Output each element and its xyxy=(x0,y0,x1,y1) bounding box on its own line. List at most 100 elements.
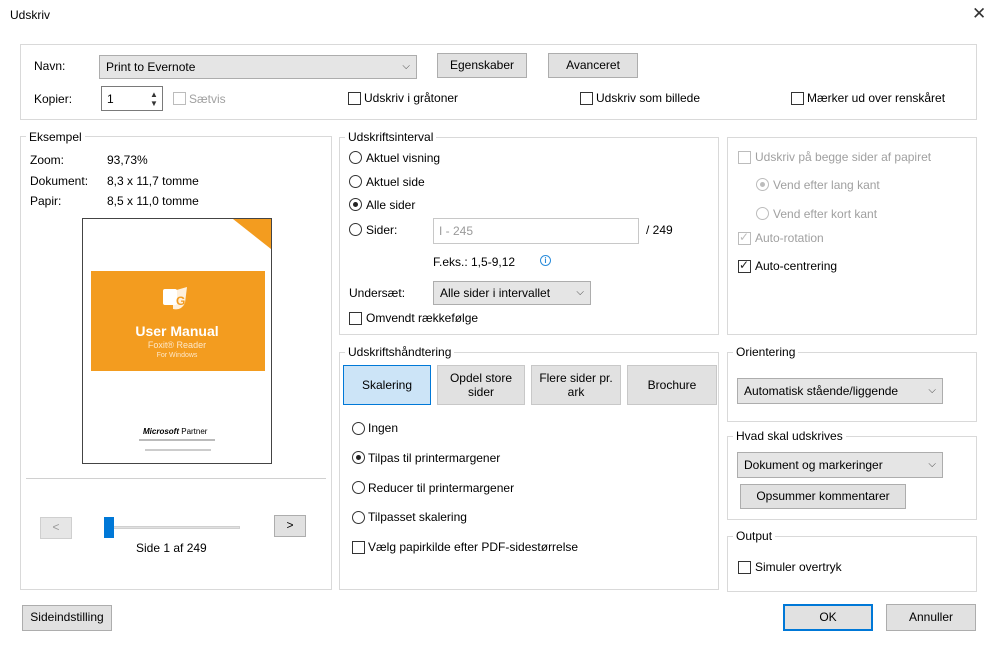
next-page-button[interactable]: > xyxy=(274,515,306,537)
orientation-select-value: Automatisk stående/liggende xyxy=(744,384,899,398)
preview-divider xyxy=(26,478,326,479)
current-view-radio[interactable] xyxy=(349,151,362,164)
short-edge-radio[interactable] xyxy=(756,207,769,220)
tab-tile-large-pages[interactable]: Opdel store sider xyxy=(437,365,525,405)
both-sides-label: Udskriv på begge sider af papiret xyxy=(755,150,932,164)
grayscale-checkbox[interactable] xyxy=(348,92,361,105)
what-to-print-value: Dokument og markeringer xyxy=(744,458,883,472)
subset-select-value: Alle sider i intervallet xyxy=(440,286,551,300)
paper-source-checkbox[interactable] xyxy=(352,541,365,554)
scale-reduce-radio[interactable] xyxy=(352,481,365,494)
both-sides-checkbox[interactable] xyxy=(738,151,751,164)
foxit-logo-icon: G xyxy=(159,281,193,315)
cancel-button[interactable]: Annuller xyxy=(886,604,976,631)
paper-source-label: Vælg papirkilde efter PDF-sidestørrelse xyxy=(368,540,579,554)
chevron-down-icon: ⌵ xyxy=(576,286,584,298)
partner-logo: Microsoft Partner xyxy=(143,427,207,436)
summarize-comments-button[interactable]: Opsummer kommentarer xyxy=(740,484,906,509)
zoom-label: Zoom: xyxy=(30,153,65,167)
window-title: Udskriv xyxy=(10,8,51,22)
properties-button[interactable]: Egenskaber xyxy=(437,53,527,78)
spin-down-icon[interactable]: ▼ xyxy=(150,99,158,108)
printer-select[interactable]: Print to Evernote ⌵ xyxy=(99,55,417,79)
printer-select-value: Print to Evernote xyxy=(106,60,196,74)
preview-legend: Eksempel xyxy=(26,130,85,144)
short-edge-label: Vend efter kort kant xyxy=(773,207,878,221)
document-label: Dokument: xyxy=(30,174,89,188)
partner-fine-print xyxy=(139,439,215,441)
auto-center-label: Auto-centrering xyxy=(755,259,838,273)
tab-scaling[interactable]: Skalering xyxy=(343,365,431,405)
pages-label: Sider: xyxy=(366,223,398,237)
copies-label: Kopier: xyxy=(34,92,73,106)
auto-rotate-checkbox[interactable] xyxy=(738,230,751,245)
spin-up-icon[interactable]: ▲ xyxy=(150,90,158,99)
all-pages-label: Alle sider xyxy=(366,198,416,212)
partner-text: Partner xyxy=(181,427,208,436)
scale-reduce-label: Reducer til printermargener xyxy=(368,481,515,495)
subset-select[interactable]: Alle sider i intervallet ⌵ xyxy=(433,281,591,305)
pages-input-placeholder: I - 245 xyxy=(439,224,474,238)
as-image-label: Udskriv som billede xyxy=(596,91,701,105)
prev-page-button[interactable]: < xyxy=(40,517,72,539)
auto-center-checkbox[interactable] xyxy=(738,258,751,273)
tab-booklet[interactable]: Brochure xyxy=(627,365,717,405)
handling-legend: Udskriftshåndtering xyxy=(345,345,455,359)
reverse-order-label: Omvendt rækkefølge xyxy=(366,311,479,325)
what-to-print-select[interactable]: Dokument og markeringer ⌵ xyxy=(737,452,943,478)
ok-button[interactable]: OK xyxy=(783,604,873,631)
copies-value: 1 xyxy=(107,91,114,106)
title-bar xyxy=(0,0,989,32)
page-slider-thumb[interactable] xyxy=(104,517,114,538)
pages-example: F.eks.: 1,5-9,12 xyxy=(433,255,516,269)
scale-fit-label: Tilpas til printermargener xyxy=(368,451,501,465)
as-image-checkbox[interactable] xyxy=(580,92,593,105)
pages-radio[interactable] xyxy=(349,223,362,236)
pages-total: / 249 xyxy=(646,223,673,237)
page-corner-fold xyxy=(233,219,271,249)
thumb-subtitle: Foxit® Reader xyxy=(147,340,207,350)
current-view-label: Aktuel visning xyxy=(366,151,441,165)
scale-custom-label: Tilpasset skalering xyxy=(368,510,467,524)
paper-value: 8,5 x 11,0 tomme xyxy=(107,194,199,208)
chevron-down-icon: ⌵ xyxy=(928,384,936,396)
output-legend: Output xyxy=(733,529,776,543)
copies-stepper[interactable]: ▲ ▼ xyxy=(147,90,161,108)
chevron-down-icon: ⌵ xyxy=(402,60,410,72)
all-pages-radio[interactable] xyxy=(349,198,362,211)
orientation-legend: Orientering xyxy=(733,345,799,359)
long-edge-label: Vend efter lang kant xyxy=(773,178,880,192)
zoom-value: 93,73% xyxy=(107,153,148,167)
reverse-order-checkbox[interactable] xyxy=(349,312,362,325)
paper-label: Papir: xyxy=(30,194,62,208)
scale-none-label: Ingen xyxy=(368,421,399,435)
simulate-overprint-checkbox[interactable] xyxy=(738,561,751,574)
collate-checkbox[interactable] xyxy=(173,92,186,105)
scale-none-radio[interactable] xyxy=(352,422,365,435)
footer-fine-print xyxy=(145,449,211,451)
tab-multiple-pages[interactable]: Flere sider pr. ark xyxy=(531,365,621,405)
crop-marks-checkbox[interactable] xyxy=(791,92,804,105)
document-value: 8,3 x 11,7 tomme xyxy=(107,174,199,188)
current-page-radio[interactable] xyxy=(349,175,362,188)
page-indicator: Side 1 af 249 xyxy=(136,541,207,555)
advanced-button[interactable]: Avanceret xyxy=(548,53,638,78)
scale-custom-radio[interactable] xyxy=(352,511,365,524)
simulate-overprint-label: Simuler overtryk xyxy=(755,560,842,574)
scale-fit-radio[interactable] xyxy=(352,451,365,464)
collate-label: Sætvis xyxy=(189,92,226,106)
long-edge-radio[interactable] xyxy=(756,178,769,191)
crop-marks-label: Mærker ud over renskåret xyxy=(807,91,946,105)
grayscale-label: Udskriv i gråtoner xyxy=(364,91,459,105)
page-slider-track[interactable] xyxy=(106,526,240,529)
orientation-select[interactable]: Automatisk stående/liggende ⌵ xyxy=(737,378,943,404)
current-page-label: Aktuel side xyxy=(366,175,425,189)
chevron-down-icon: ⌵ xyxy=(928,458,936,470)
close-icon[interactable]: ✕ xyxy=(972,4,986,24)
printer-name-label: Navn: xyxy=(34,59,66,73)
what-to-print-legend: Hvad skal udskrives xyxy=(733,429,846,443)
info-icon[interactable]: i xyxy=(540,255,551,266)
page-setup-button[interactable]: Sideindstilling xyxy=(22,605,112,631)
page-preview: G User Manual Foxit® Reader For Windows … xyxy=(82,218,272,464)
pages-input[interactable]: I - 245 xyxy=(433,218,639,244)
